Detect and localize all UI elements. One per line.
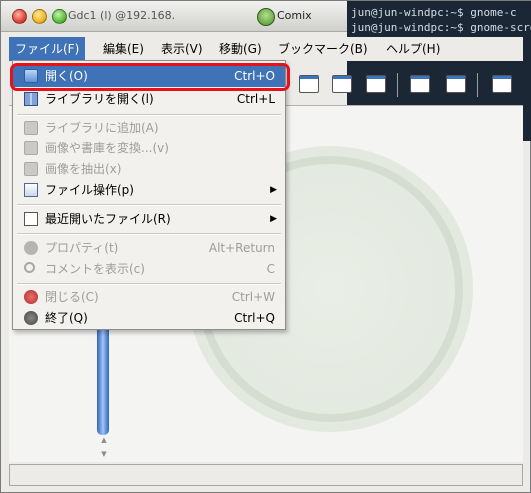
file-menu-dropdown: 開く(O) Ctrl+O ライブラリを開く(l) Ctrl+L ライブラリに追加… (12, 60, 286, 330)
library-icon (24, 92, 38, 106)
window-title: Comix (277, 9, 312, 22)
fit-width-icon[interactable] (299, 75, 319, 93)
menu-file[interactable]: ファイル(F) (9, 37, 86, 61)
menu-item-accel: Ctrl+L (236, 92, 275, 106)
maximize-window-button[interactable] (52, 9, 67, 24)
manual-zoom-icon[interactable] (366, 75, 386, 93)
toolbar-separator (397, 73, 398, 97)
menu-item-add-to-library[interactable]: ライブラリに追加(A) (13, 117, 285, 139)
menu-separator (17, 204, 281, 206)
search-icon (24, 262, 35, 273)
file-operations-icon (24, 183, 38, 197)
menu-item-recent-files[interactable]: 最近開いたファイル(R) ▶ (13, 208, 285, 230)
menu-separator (17, 114, 281, 116)
menu-item-convert[interactable]: 画像や書庫を変換...(v) (13, 137, 285, 159)
menu-separator (17, 283, 281, 285)
comix-app-icon (257, 8, 275, 26)
menu-item-label: 閉じる(C) (45, 290, 99, 304)
extract-icon (24, 162, 38, 176)
menu-item-accel: Alt+Return (208, 241, 275, 255)
menu-item-accel: Ctrl+Q (234, 311, 275, 325)
menu-item-accel: C (266, 262, 275, 276)
close-window-button[interactable] (12, 9, 27, 24)
thumbnail-scrollbar[interactable] (97, 320, 109, 435)
terminal-line: jun@jun-windpc:~$ gnome-c (351, 6, 517, 19)
menu-view[interactable]: 表示(V) (155, 37, 209, 61)
menu-item-label: 画像を抽出(x) (45, 162, 122, 176)
manga-mode-icon[interactable] (446, 75, 466, 93)
menu-go[interactable]: 移動(G) (213, 37, 268, 61)
menu-item-properties[interactable]: プロパティ(t) Alt+Return (13, 237, 285, 259)
menu-help[interactable]: ヘルプ(H) (380, 37, 446, 61)
toolbar (287, 71, 523, 103)
terminal-line: jun@jun-windpc:~$ gnome-scree (351, 21, 531, 34)
menu-item-quit[interactable]: 終了(Q) Ctrl+Q (13, 307, 285, 329)
menu-item-label: 最近開いたファイル(R) (45, 212, 171, 226)
menu-bookmarks[interactable]: ブックマーク(B) (272, 37, 374, 61)
close-icon (24, 290, 38, 304)
convert-icon (24, 141, 38, 155)
menu-item-label: 終了(Q) (45, 311, 88, 325)
add-to-library-icon (24, 121, 38, 135)
menu-item-accel: Ctrl+W (231, 290, 275, 304)
submenu-arrow-icon: ▶ (270, 185, 277, 195)
menu-edit[interactable]: 編集(E) (97, 37, 150, 61)
menu-item-label: コメントを表示(c) (45, 262, 145, 276)
double-page-icon[interactable] (410, 75, 430, 93)
menu-item-extract-image[interactable]: 画像を抽出(x) (13, 158, 285, 180)
menu-item-close[interactable]: 閉じる(C) Ctrl+W (13, 286, 285, 308)
menu-item-show-comments[interactable]: コメントを表示(c) C (13, 258, 285, 280)
menu-item-label: 画像や書庫を変換...(v) (45, 141, 169, 155)
minimize-window-button[interactable] (32, 9, 47, 24)
toolbar-separator (477, 73, 478, 97)
submenu-arrow-icon: ▶ (270, 214, 277, 224)
menu-item-label: ライブラリを開く(l) (45, 92, 154, 106)
menu-item-label: プロパティ(t) (45, 241, 119, 255)
properties-icon (24, 241, 38, 255)
lens-icon[interactable] (492, 75, 512, 93)
menu-item-label: ライブラリに追加(A) (45, 121, 159, 135)
recent-files-icon (24, 212, 38, 226)
background-window-title: Gdc1 (l) @192.168. (68, 9, 176, 22)
scroll-up-arrow-icon[interactable]: ▲ (99, 436, 109, 444)
menu-bar: ファイル(F) 編集(E) 表示(V) 移動(G) ブックマーク(B) ヘルプ(… (9, 37, 523, 61)
menu-item-file-operations[interactable]: ファイル操作(p) ▶ (13, 179, 285, 201)
annotation-highlight-ring (10, 63, 290, 91)
menu-item-label: ファイル操作(p) (45, 183, 134, 197)
scroll-down-arrow-icon[interactable]: ▼ (99, 450, 109, 458)
menu-item-open-library[interactable]: ライブラリを開く(l) Ctrl+L (13, 88, 285, 110)
menu-separator (17, 233, 281, 235)
power-icon (24, 311, 38, 325)
status-bar (9, 464, 523, 486)
fit-height-icon[interactable] (332, 75, 352, 93)
